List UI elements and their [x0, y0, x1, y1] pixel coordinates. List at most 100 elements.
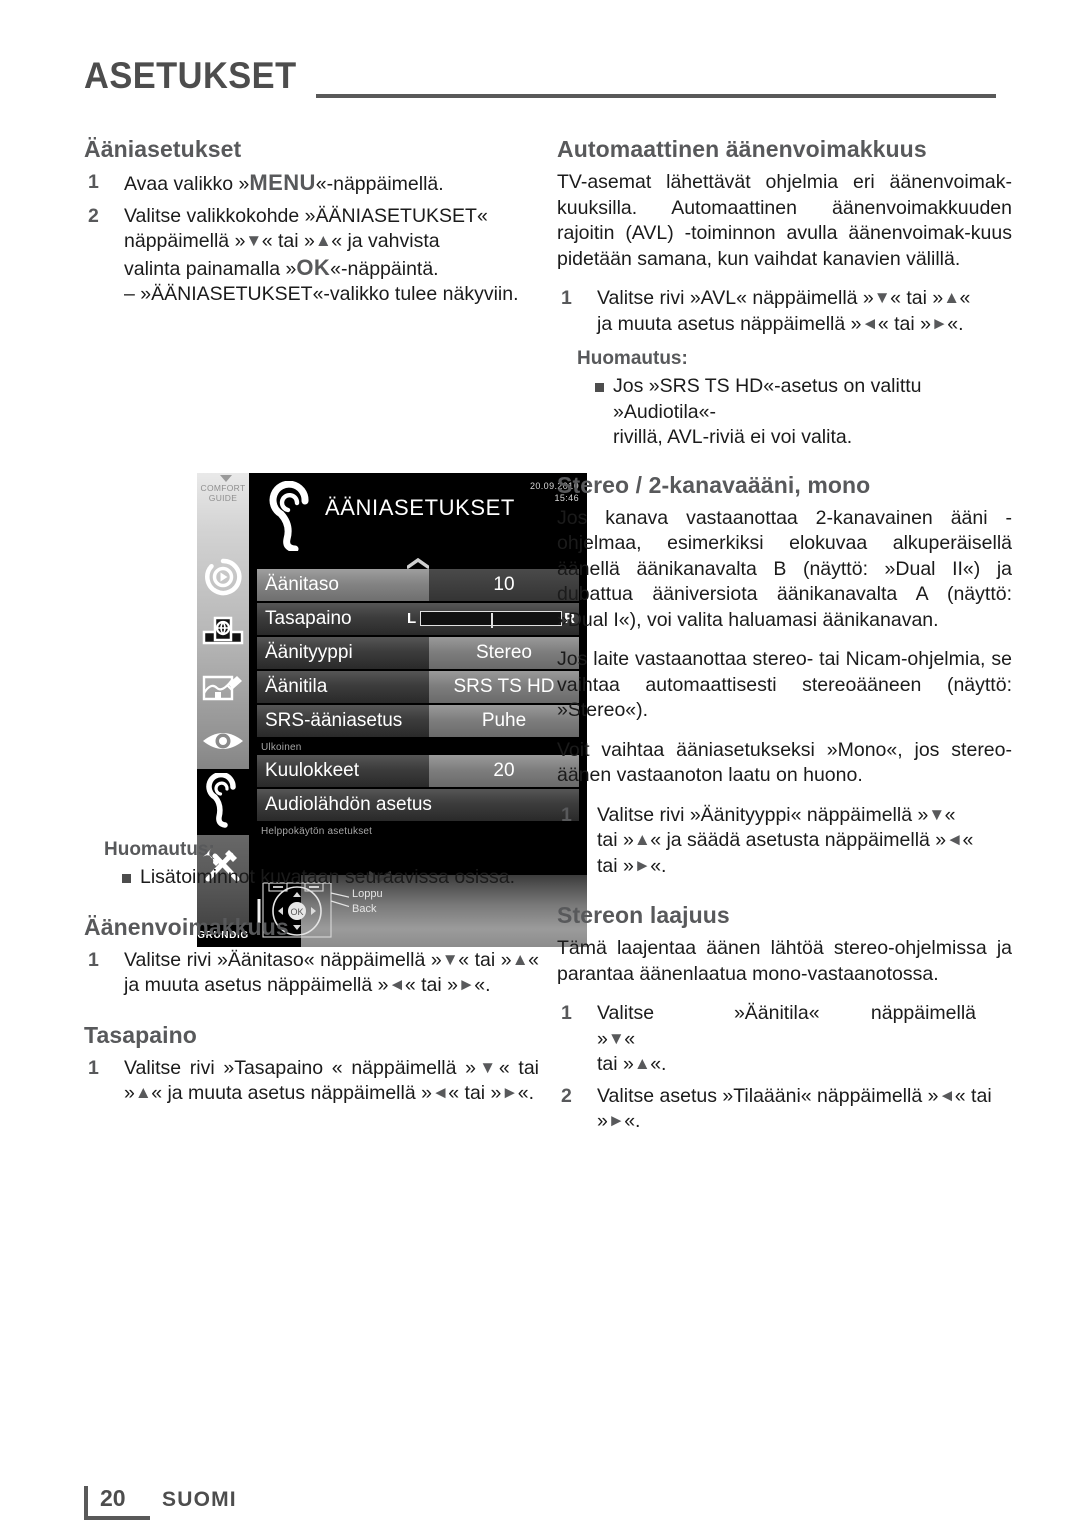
page-title: ASETUKSET	[84, 55, 297, 96]
paragraph-mono: Voit vaihtaa ääniasetukseksi »Mono«, jos…	[557, 738, 1012, 787]
left-column: Ääniasetukset 1 Avaa valikko »MENU«-näpp…	[84, 135, 587, 1104]
arrow-up-icon: ▲	[134, 1083, 152, 1102]
step-text-part: Valitse	[597, 1002, 655, 1024]
step-text-part: « tai »	[877, 312, 931, 335]
step-subtext: – »ÄÄNIASETUKSET«-valikko tulee näkyviin…	[124, 283, 519, 305]
paragraph-nicam: Jos laite vastaanottaa stereo- tai Nicam…	[557, 648, 1012, 721]
step-text-part: «.	[517, 1082, 534, 1104]
tv-row-tasapaino[interactable]: Tasapaino L R	[257, 603, 579, 635]
arrow-up-icon: ▲	[633, 830, 651, 849]
step-text: Valitse »Äänitila« näppäimellä »▼« tai »▲«.	[597, 1001, 1012, 1078]
heading-stereon-laajuus: Stereon laajuus	[557, 902, 730, 928]
step-text-part: »	[597, 1027, 608, 1050]
step-text-part: «.	[474, 974, 491, 996]
step-number: 1	[561, 803, 572, 826]
tv-menu-title: ÄÄNIASETUKSET	[325, 495, 515, 520]
step-text-part: « tai »	[890, 287, 944, 309]
step-text-part: tai »	[597, 854, 634, 877]
step-item: 1 Valitse rivi »Äänitaso« näppäimellä »▼…	[84, 948, 539, 999]
balance-center-mark	[491, 613, 493, 628]
step-text-part: «.	[624, 1110, 641, 1132]
step-item: 1 Valitse »Äänitila« näppäimellä »▼« tai »▲«…	[557, 1001, 1012, 1078]
arrow-up-icon: ▲	[633, 1054, 651, 1073]
arrow-down-icon: ▼	[476, 1057, 499, 1077]
step-text-part: «	[959, 287, 971, 309]
paragraph-stereo-width: Tämä laajentaa äänen lähtöä stereo-ohjel…	[557, 937, 1012, 985]
step-text-part: Valitse rivi »Äänityyppi« näppäimellä »	[597, 803, 929, 826]
tv-row-srs-aaniasetus[interactable]: SRS-ääniasetus Puhe	[257, 705, 579, 737]
bullet-square-icon	[122, 874, 131, 883]
note-bullet-text: Jos »SRS TS HD«-asetus on valittu »Audio…	[613, 374, 1012, 451]
step-text-part: «.	[650, 1053, 667, 1075]
tv-row-aanitaso[interactable]: Äänitaso 10	[257, 569, 579, 601]
arrow-down-icon: ▼	[607, 1028, 625, 1048]
arrow-left-icon: ◄	[388, 975, 406, 994]
chevron-down-icon	[220, 475, 232, 482]
step-text-part: «-näppäimellä.	[315, 173, 444, 195]
sidebar-item-source[interactable]	[197, 616, 249, 650]
left-note-block: Huomautus: Lisätoiminnot kuvataan seuraa…	[84, 828, 539, 1113]
step-text-part: «	[962, 829, 974, 851]
step-text-part: »Äänitila«	[733, 1002, 820, 1024]
paragraph-dual-audio: Jos kanava vastaanottaa 2-kanavainen ään…	[557, 506, 1012, 631]
sidebar-item-picture[interactable]	[197, 671, 249, 705]
step-text: Valitse rivi »AVL« näppäimellä »▼« tai »…	[597, 286, 1012, 337]
note-bullet: Lisätoiminnot kuvataan seuraavissa osiss…	[104, 865, 539, 891]
step-text-part: valinta painamalla »	[124, 257, 297, 280]
arrow-up-icon: ▲	[314, 231, 332, 250]
balance-slider[interactable]: L R	[407, 610, 575, 628]
step-number: 1	[88, 1056, 99, 1079]
step-text-part: näppäimellä »	[124, 230, 246, 252]
step-item: 1 Valitse rivi »Äänityyppi« näppäimellä …	[557, 803, 1012, 880]
step-text-part: «	[944, 803, 956, 826]
arrow-right-icon: ►	[457, 975, 475, 994]
heading-aaniasetukset: Ääniasetukset	[84, 136, 242, 162]
step-item: 2 Valitse valikkokohde »ÄÄNIASETUKSET« n…	[84, 204, 539, 308]
step-text-part: « tai »	[458, 948, 512, 971]
step-text-part: « tai »	[261, 230, 315, 252]
note-heading: Huomautus:	[104, 839, 215, 860]
balance-left-label: L	[407, 610, 417, 627]
footer-language: SUOMI	[162, 1488, 237, 1511]
sidebar-item-programs[interactable]	[197, 557, 249, 597]
tv-row-aanitila[interactable]: Äänitila SRS TS HD	[257, 671, 579, 703]
step-item: 1 Valitse rivi »AVL« näppäimellä »▼« tai…	[557, 286, 1012, 337]
balance-track	[420, 611, 562, 628]
arrow-up-icon: ▲	[511, 949, 529, 969]
footer-rule-vertical	[84, 1486, 88, 1516]
sidebar-item-display[interactable]	[197, 728, 249, 754]
page-header: ASETUKSET	[84, 56, 996, 104]
arrow-down-icon: ▼	[928, 804, 945, 824]
tv-row-label: Audiolähdön asetus	[257, 789, 579, 821]
comfort-guide-line2: GUIDE	[208, 493, 238, 503]
arrow-down-icon: ▼	[441, 949, 459, 969]
step-text-part: « ja vahvista	[331, 230, 440, 252]
step-number: 2	[88, 204, 99, 227]
step-text-part: «.	[650, 854, 667, 877]
arrow-left-icon: ◄	[938, 1085, 955, 1105]
note-wrapper: Huomautus: Lisätoiminnot kuvataan seuraa…	[84, 838, 539, 891]
step-item: 1 Avaa valikko »MENU«-näppäimellä.	[84, 170, 539, 198]
step-item: 2 Valitse asetus »Tilaääni« näppäimellä …	[557, 1084, 1012, 1135]
arrow-right-icon: ►	[930, 313, 948, 333]
step-text-part: Valitse rivi »Tasapaino « näppäimellä »	[124, 1056, 477, 1079]
step-number: 2	[561, 1084, 572, 1107]
footer-rule-horizontal	[84, 1516, 150, 1520]
sidebar-item-sound-selected[interactable]	[197, 769, 249, 835]
step-text: Avaa valikko »MENU«-näppäimellä.	[124, 170, 539, 198]
arrow-right-icon: ►	[501, 1083, 518, 1102]
tv-row-audiolahdon-asetus[interactable]: Audiolähdön asetus	[257, 789, 579, 821]
step-text-part: « ja muuta asetus näppäimellä »	[151, 1082, 432, 1104]
step-text-part: «-näppäintä.	[330, 257, 439, 280]
arrow-left-icon: ◄	[431, 1083, 449, 1102]
note-bullet-line1: Jos »SRS TS HD«-asetus on valittu »Audio…	[613, 375, 922, 423]
tv-row-aanityyppi[interactable]: Äänityyppi Stereo	[257, 637, 579, 669]
right-column: Automaattinen äänenvoimakkuus TV-asemat …	[557, 135, 1012, 1141]
arrow-left-icon: ◄	[861, 313, 879, 333]
step-text: Valitse rivi »Äänitaso« näppäimellä »▼« …	[124, 948, 539, 999]
step-text-part: « tai »	[404, 974, 458, 996]
step-text-part: « ja säädä asetusta näppäimellä »	[650, 829, 947, 851]
eye-icon	[197, 728, 249, 754]
tv-row-kuulokkeet[interactable]: Kuulokkeet 20	[257, 755, 579, 787]
step-text-part: « tai »	[448, 1082, 502, 1104]
